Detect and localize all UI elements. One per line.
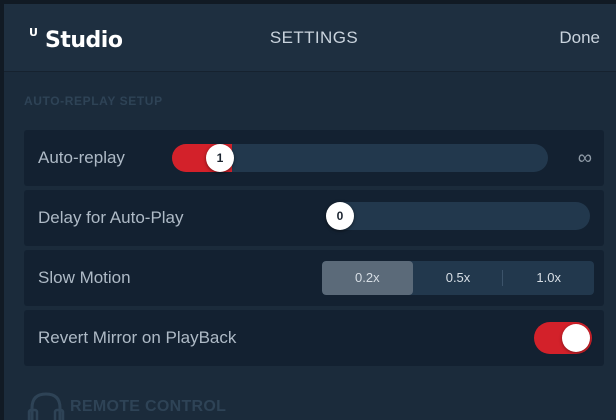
delay-slider-knob[interactable]: 0 [326, 202, 354, 230]
slow-motion-segmented-control: 0.2x 0.5x 1.0x [322, 261, 594, 295]
revert-mirror-toggle-knob [562, 324, 590, 352]
slow-motion-option-0-5x[interactable]: 0.5x [413, 261, 504, 295]
page-title: SETTINGS [269, 28, 359, 47]
auto-replay-slider-knob[interactable]: 1 [206, 144, 234, 172]
slow-motion-label: Slow Motion [38, 268, 131, 287]
slow-motion-option-1-0x[interactable]: 1.0x [503, 261, 594, 295]
app-window: U Studio SETTINGS Done AUTO-REPLAY SETUP… [0, 0, 616, 420]
auto-replay-row: Auto-replay 1 ∞ [24, 130, 604, 186]
delay-label: Delay for Auto-Play [38, 208, 184, 227]
remote-control-section: REMOTE CONTROL [26, 390, 226, 420]
auto-replay-slider[interactable]: 1 [172, 144, 548, 172]
infinity-icon: ∞ [577, 147, 592, 169]
slow-motion-row: Slow Motion 0.2x 0.5x 1.0x [24, 250, 604, 306]
revert-mirror-label: Revert Mirror on PlayBack [38, 328, 237, 347]
delay-slider[interactable]: 0 [326, 202, 590, 230]
revert-mirror-toggle[interactable] [534, 322, 592, 354]
settings-header: U Studio SETTINGS Done [4, 4, 616, 72]
delay-row: Delay for Auto-Play 0 [24, 190, 604, 246]
slow-motion-option-0-5x-label: 0.5x [445, 270, 471, 285]
slow-motion-option-0-2x[interactable]: 0.2x [322, 261, 413, 295]
done-button[interactable]: Done [559, 28, 600, 48]
auto-replay-label: Auto-replay [38, 148, 125, 167]
remote-control-title: REMOTE CONTROL [70, 398, 227, 415]
section-title: AUTO-REPLAY SETUP [24, 94, 163, 108]
headphones-icon [27, 392, 65, 420]
settings-panel: U Studio SETTINGS Done AUTO-REPLAY SETUP… [4, 4, 616, 420]
revert-mirror-row: Revert Mirror on PlayBack [24, 310, 604, 366]
